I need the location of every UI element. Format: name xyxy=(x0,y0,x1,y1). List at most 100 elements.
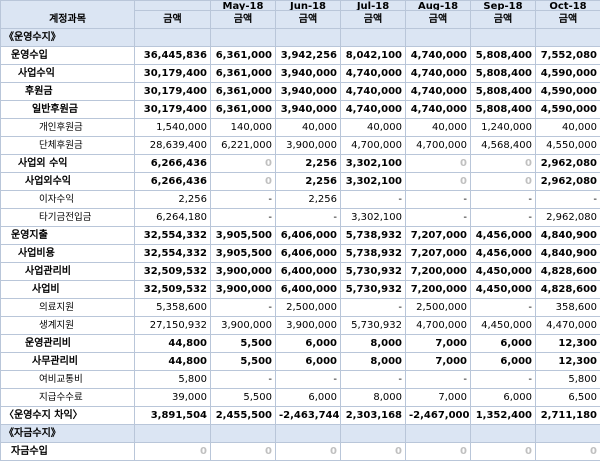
amount-cell[interactable]: 2,455,500 xyxy=(211,407,276,425)
amount-cell[interactable]: 3,900,000 xyxy=(211,317,276,335)
amount-cell[interactable]: 0 xyxy=(406,155,471,173)
amount-cell[interactable] xyxy=(211,29,276,47)
table-row[interactable]: 운영지출32,554,3323,905,5006,406,0005,738,93… xyxy=(1,227,600,245)
amount-cell[interactable]: 4,456,000 xyxy=(471,227,536,245)
amount-cell[interactable]: 32,509,532 xyxy=(135,263,211,281)
amount-cell[interactable]: 3,905,500 xyxy=(211,245,276,263)
month-header[interactable]: Aug-18 xyxy=(406,1,471,11)
table-row[interactable]: 사업비32,509,5323,900,0006,400,0005,730,932… xyxy=(1,281,600,299)
account-label-cell[interactable]: 일반후원금 xyxy=(1,101,135,119)
amount-cell[interactable]: 0 xyxy=(536,443,600,461)
amount-cell[interactable]: 6,000 xyxy=(276,335,341,353)
amount-cell[interactable]: -2,467,000 xyxy=(406,407,471,425)
amount-cell[interactable]: 5,738,932 xyxy=(341,227,406,245)
amount-cell[interactable]: 4,450,000 xyxy=(471,263,536,281)
table-row[interactable]: 운영관리비44,8005,5006,0008,0007,0006,00012,3… xyxy=(1,335,600,353)
table-row[interactable]: 개인후원금1,540,000140,00040,00040,00040,0001… xyxy=(1,119,600,137)
amount-cell[interactable]: 3,900,000 xyxy=(211,281,276,299)
amount-cell[interactable]: 6,264,180 xyxy=(135,209,211,227)
amount-cell[interactable]: -2,463,744 xyxy=(276,407,341,425)
account-label-cell[interactable]: 《운영수지》 xyxy=(1,29,135,47)
amount-cell[interactable]: 5,500 xyxy=(211,335,276,353)
amount-cell[interactable]: 5,800 xyxy=(536,371,600,389)
amount-cell[interactable]: 0 xyxy=(341,443,406,461)
amount-cell[interactable]: 3,940,000 xyxy=(276,101,341,119)
amount-cell[interactable]: 2,256 xyxy=(276,173,341,191)
amount-cell[interactable]: 5,808,400 xyxy=(471,101,536,119)
amount-cell[interactable]: - xyxy=(471,299,536,317)
amount-cell[interactable]: 8,000 xyxy=(341,389,406,407)
amount-cell[interactable]: 0 xyxy=(471,443,536,461)
month-header[interactable]: May-18 xyxy=(211,1,276,11)
amount-cell[interactable]: 12,300 xyxy=(536,353,600,371)
amount-cell[interactable]: 2,711,180 xyxy=(536,407,600,425)
amount-cell[interactable]: - xyxy=(211,209,276,227)
amount-cell[interactable] xyxy=(276,425,341,443)
amount-cell[interactable]: 40,000 xyxy=(406,119,471,137)
amount-cell[interactable]: 2,500,000 xyxy=(406,299,471,317)
table-row[interactable]: 사업수익30,179,4006,361,0003,940,0004,740,00… xyxy=(1,65,600,83)
amount-cell[interactable]: 4,840,900 xyxy=(536,245,600,263)
account-label-cell[interactable]: 사업외 수익 xyxy=(1,155,135,173)
account-label-cell[interactable]: 의료지원 xyxy=(1,299,135,317)
account-label-cell[interactable]: 운영지출 xyxy=(1,227,135,245)
amount-cell[interactable]: 2,303,168 xyxy=(341,407,406,425)
amount-cell[interactable]: 6,000 xyxy=(276,353,341,371)
amount-cell[interactable]: 28,639,400 xyxy=(135,137,211,155)
amount-cell[interactable]: 6,400,000 xyxy=(276,263,341,281)
amount-cell[interactable]: - xyxy=(211,299,276,317)
month-header[interactable]: Oct-18 xyxy=(536,1,600,11)
table-row[interactable]: 이자수익2,256-2,256---- xyxy=(1,191,600,209)
amount-cell[interactable]: 0 xyxy=(276,443,341,461)
amount-cell[interactable]: 0 xyxy=(211,155,276,173)
amount-cell[interactable] xyxy=(341,425,406,443)
amount-cell[interactable]: 5,730,932 xyxy=(341,317,406,335)
amount-cell[interactable]: 30,179,400 xyxy=(135,101,211,119)
account-label-cell[interactable]: 후원금 xyxy=(1,83,135,101)
amount-cell[interactable]: 2,256 xyxy=(135,191,211,209)
table-row[interactable]: 사무관리비44,8005,5006,0008,0007,0006,00012,3… xyxy=(1,353,600,371)
amount-cell[interactable]: 3,891,504 xyxy=(135,407,211,425)
amount-cell[interactable]: 3,942,256 xyxy=(276,47,341,65)
amount-cell[interactable]: 6,361,000 xyxy=(211,47,276,65)
amount-cell[interactable]: 3,900,000 xyxy=(276,317,341,335)
amount-cell[interactable]: 0 xyxy=(211,173,276,191)
account-label-cell[interactable]: 사업비용 xyxy=(1,245,135,263)
amount-cell[interactable]: 6,400,000 xyxy=(276,281,341,299)
table-row[interactable]: 여비교통비5,800-----5,800 xyxy=(1,371,600,389)
amount-cell[interactable]: 0 xyxy=(406,173,471,191)
account-label-cell[interactable]: 개인후원금 xyxy=(1,119,135,137)
account-label-cell[interactable]: 사업관리비 xyxy=(1,263,135,281)
account-label-cell[interactable]: 운영수입 xyxy=(1,47,135,65)
amount-cell[interactable]: 2,500,000 xyxy=(276,299,341,317)
amount-cell[interactable]: 4,740,000 xyxy=(341,65,406,83)
amount-cell[interactable]: 6,000 xyxy=(471,353,536,371)
amount-cell[interactable]: 5,500 xyxy=(211,353,276,371)
table-row[interactable]: 단체후원금28,639,4006,221,0003,900,0004,700,0… xyxy=(1,137,600,155)
account-label-cell[interactable]: 사업외수익 xyxy=(1,173,135,191)
table-row[interactable]: 《운영수지》 xyxy=(1,29,600,47)
month-header[interactable] xyxy=(135,1,211,11)
amount-cell[interactable]: 6,266,436 xyxy=(135,173,211,191)
amount-cell[interactable]: 4,550,000 xyxy=(536,137,600,155)
amount-cell[interactable] xyxy=(406,425,471,443)
amount-cell[interactable] xyxy=(406,29,471,47)
account-label-cell[interactable]: 여비교통비 xyxy=(1,371,135,389)
amount-cell[interactable]: 7,207,000 xyxy=(406,227,471,245)
amount-cell[interactable] xyxy=(536,29,600,47)
amount-cell[interactable]: 0 xyxy=(406,443,471,461)
account-label-cell[interactable]: 운영관리비 xyxy=(1,335,135,353)
amount-cell[interactable]: 5,500 xyxy=(211,389,276,407)
account-column-header[interactable]: 계정과목 xyxy=(1,1,135,29)
amount-cell[interactable]: 6,406,000 xyxy=(276,245,341,263)
amount-cell[interactable]: 32,554,332 xyxy=(135,245,211,263)
amount-cell[interactable]: 3,940,000 xyxy=(276,83,341,101)
amount-cell[interactable]: 3,900,000 xyxy=(211,263,276,281)
amount-cell[interactable]: 3,940,000 xyxy=(276,65,341,83)
amount-cell[interactable]: 1,352,400 xyxy=(471,407,536,425)
amount-cell[interactable] xyxy=(536,425,600,443)
amount-cell[interactable]: 4,740,000 xyxy=(341,101,406,119)
table-row[interactable]: 사업외수익6,266,43602,2563,302,100002,962,080 xyxy=(1,173,600,191)
account-label-cell[interactable]: 《자금수지》 xyxy=(1,425,135,443)
amount-cell[interactable]: 4,740,000 xyxy=(341,83,406,101)
